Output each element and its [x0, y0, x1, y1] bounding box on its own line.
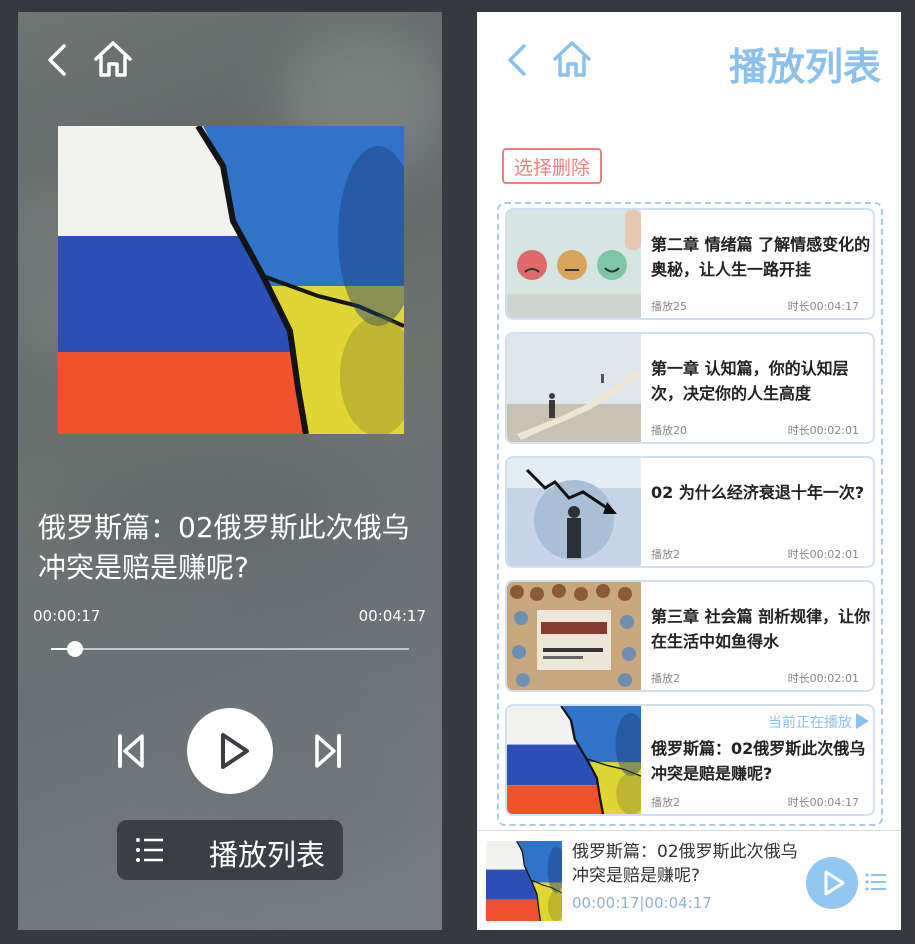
skip-previous-icon[interactable] — [114, 732, 148, 770]
player-screen: 俄罗斯篇：02俄罗斯此次俄乌冲突是赔是赚呢? 00:00:17 00:04:17… — [18, 12, 442, 930]
progress-knob[interactable] — [66, 641, 83, 657]
item-title: 第二章 情绪篇 了解情感变化的奥秘，让人生一路开挂 — [651, 235, 871, 279]
mini-player-cover — [486, 841, 562, 921]
play-button[interactable] — [187, 708, 273, 794]
item-duration: 时长00:02:01 — [787, 672, 859, 685]
now-playing-label: 当前正在播放 — [768, 715, 852, 731]
home-icon[interactable] — [551, 38, 593, 80]
item-duration: 时长00:04:17 — [787, 300, 859, 313]
item-duration: 时长00:02:01 — [787, 424, 859, 437]
item-play-count: 播放25 — [651, 300, 687, 313]
total-duration: 00:04:17 — [358, 607, 426, 625]
list-item[interactable]: 第三章 社会篇 剖析规律，让你在生活中如鱼得水 播放2 时长00:02:01 — [505, 580, 875, 692]
thumbnail-stairs — [507, 334, 641, 442]
item-duration: 时长00:02:01 — [787, 548, 859, 561]
progress-slider[interactable] — [51, 641, 409, 657]
item-title: 第三章 社会篇 剖析规律，让你在生活中如鱼得水 — [651, 607, 871, 651]
chevron-left-icon[interactable] — [44, 42, 72, 78]
mini-player-duration: 00:04:17 — [644, 894, 712, 912]
home-icon[interactable] — [92, 38, 134, 80]
thumbnail-social-psychology-book — [507, 582, 641, 690]
now-playing-indicator: 当前正在播放 — [768, 712, 869, 732]
play-triangle-icon — [856, 713, 869, 729]
playlist: 第二章 情绪篇 了解情感变化的奥秘，让人生一路开挂 播放25 时长00:04:1… — [497, 202, 883, 826]
playlist-button-label: 播放列表 — [209, 838, 326, 872]
current-time: 00:00:17 — [33, 607, 101, 625]
mini-player-time: 00:00:17|00:04:17 — [572, 894, 712, 912]
item-duration: 时长00:04:17 — [787, 796, 859, 809]
item-title: 02 为什么经济衰退十年一次? — [651, 483, 865, 502]
skip-next-icon[interactable] — [311, 732, 345, 770]
item-play-count: 播放20 — [651, 424, 687, 437]
play-icon — [824, 870, 845, 896]
select-delete-button[interactable]: 选择删除 — [502, 148, 602, 184]
track-title: 俄罗斯篇：02俄罗斯此次俄乌冲突是赔是赚呢? — [38, 511, 410, 584]
list-item[interactable]: 第一章 认知篇，你的认知层次，决定你的人生高度 播放20 时长00:02:01 — [505, 332, 875, 444]
thumbnail-falling-chart — [507, 458, 641, 566]
play-icon — [221, 733, 249, 769]
list-item[interactable]: 第二章 情绪篇 了解情感变化的奥秘，让人生一路开挂 播放25 时长00:04:1… — [505, 208, 875, 320]
list-item-now-playing[interactable]: 当前正在播放 俄罗斯篇：02俄罗斯此次俄乌冲突是赔是赚呢? 播放2 时长00:0… — [505, 704, 875, 816]
item-play-count: 播放2 — [651, 672, 680, 685]
album-cover — [58, 126, 404, 434]
thumbnail-emotion-faces — [507, 210, 641, 318]
item-play-count: 播放2 — [651, 796, 680, 809]
mini-player-title: 俄罗斯篇：02俄罗斯此次俄乌冲突是赔是赚呢? — [572, 842, 798, 886]
item-title: 俄罗斯篇：02俄罗斯此次俄乌冲突是赔是赚呢? — [651, 739, 866, 783]
mini-player-current-time: 00:00:17 — [572, 894, 640, 912]
item-play-count: 播放2 — [651, 548, 680, 561]
chevron-left-icon[interactable] — [505, 42, 529, 78]
thumbnail-russia-ukraine-flags — [507, 706, 641, 814]
list-item[interactable]: 02 为什么经济衰退十年一次? 播放2 时长00:02:01 — [505, 456, 875, 568]
item-title: 第一章 认知篇，你的认知层次，决定你的人生高度 — [651, 359, 849, 403]
playlist-screen: 播放列表 选择删除 第二章 情绪篇 了解情感变化的奥秘，让人生一路开挂 播放25… — [477, 12, 901, 930]
mini-play-button[interactable] — [806, 857, 858, 909]
list-icon — [136, 838, 163, 862]
page-title: 播放列表 — [728, 45, 881, 89]
playlist-button[interactable]: 播放列表 — [117, 820, 343, 880]
list-icon[interactable] — [865, 871, 887, 893]
mini-player[interactable]: 俄罗斯篇：02俄罗斯此次俄乌冲突是赔是赚呢? 00:00:17|00:04:17 — [477, 830, 901, 930]
